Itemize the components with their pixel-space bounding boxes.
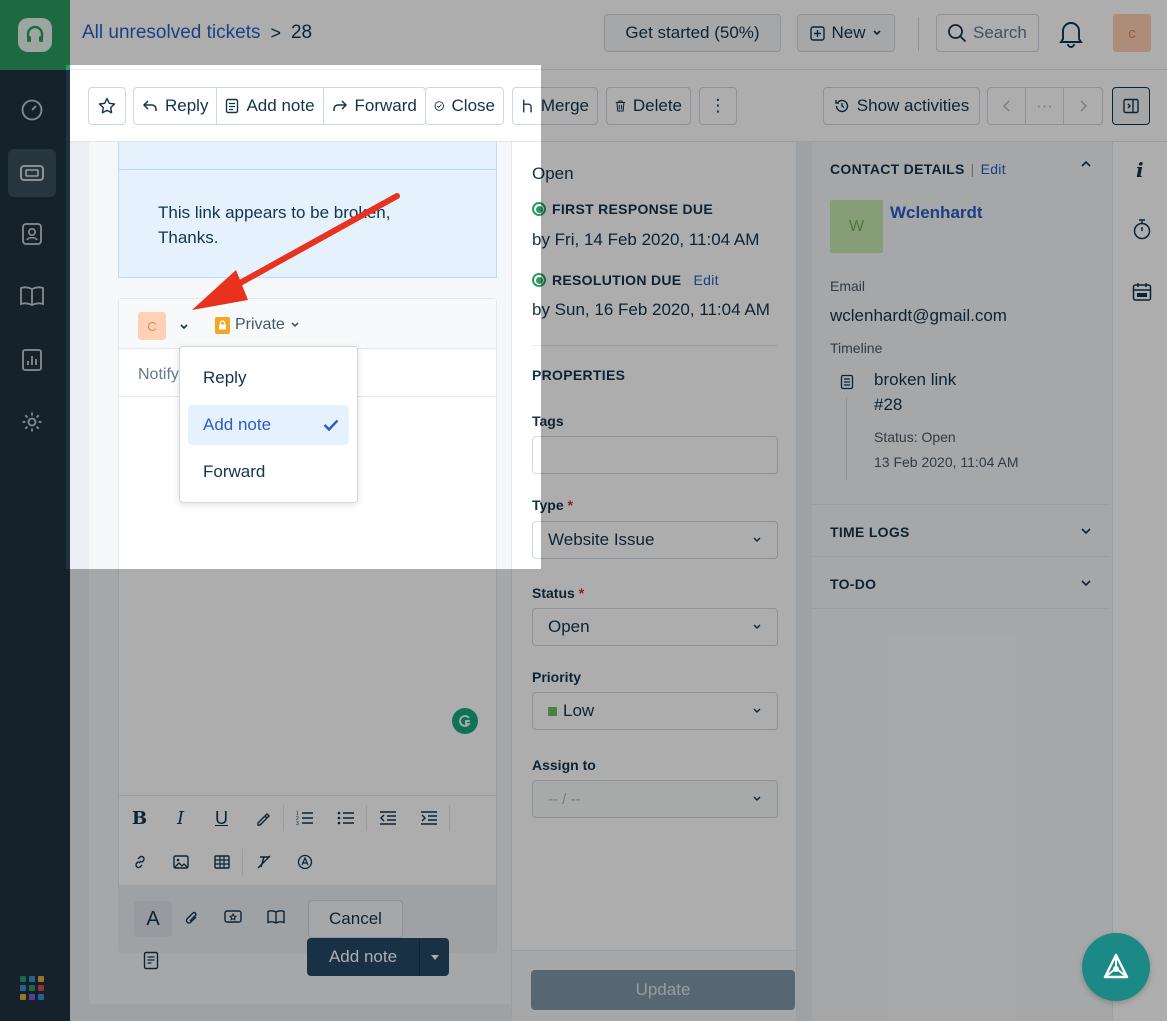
dropdown-item-reply[interactable]: Reply <box>188 358 349 398</box>
message-header-strip <box>119 142 496 170</box>
dropdown-item-label: Add note <box>203 415 272 434</box>
add-note-label: Add note <box>246 96 315 115</box>
help-widget-button[interactable] <box>1082 933 1150 1001</box>
visibility-label: Private <box>235 316 285 333</box>
editor-avatar: C <box>138 312 166 340</box>
dropdown-item-add-note[interactable]: Add note <box>188 405 349 445</box>
notify-field[interactable]: Notify <box>138 366 179 384</box>
dim-overlay <box>0 569 1167 1021</box>
check-circle-icon <box>434 101 445 111</box>
reply-label: Reply <box>165 96 209 115</box>
forward-label: Forward <box>354 96 417 115</box>
editor-header: C Private <box>119 299 496 349</box>
add-note-button[interactable]: Add note <box>217 88 324 124</box>
dropdown-item-label: Forward <box>203 462 266 481</box>
star-button[interactable] <box>88 87 126 125</box>
forward-button[interactable]: Forward <box>324 88 425 124</box>
reply-arrow-icon <box>142 100 157 111</box>
lock-icon <box>215 316 230 334</box>
message-line-1: This link appears to be broken, <box>158 203 391 222</box>
reply-action-group: Reply Add note Forward <box>133 87 426 125</box>
reply-button[interactable]: Reply <box>134 88 218 124</box>
message-line-2: Thanks. <box>158 228 219 247</box>
reply-type-chevron-icon[interactable] <box>179 323 189 331</box>
checkmark-icon <box>323 419 339 431</box>
close-button[interactable]: Close <box>425 87 504 125</box>
dropdown-item-forward[interactable]: Forward <box>188 452 349 492</box>
dim-overlay <box>541 65 1167 569</box>
customer-message: This link appears to be broken, Thanks. <box>118 142 497 278</box>
forward-arrow-icon <box>332 100 347 111</box>
merge-icon <box>523 99 532 113</box>
message-body: This link appears to be broken, Thanks. <box>158 200 390 250</box>
visibility-selector[interactable]: Private <box>215 316 300 334</box>
chevron-down-icon <box>291 322 299 328</box>
star-icon <box>98 97 116 114</box>
note-icon <box>226 98 239 114</box>
close-label: Close <box>451 96 495 115</box>
dropdown-item-label: Reply <box>203 368 247 387</box>
dim-overlay <box>0 0 1167 65</box>
reply-type-dropdown: Reply Add note Forward <box>179 346 358 503</box>
dim-overlay <box>0 65 66 569</box>
network-icon <box>1103 953 1129 979</box>
